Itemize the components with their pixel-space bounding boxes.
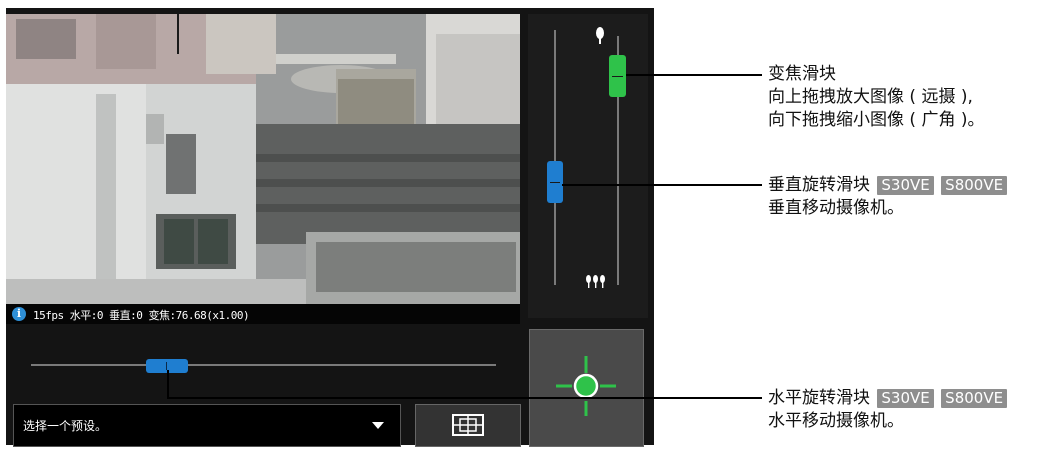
tilt-zoom-panel	[528, 14, 648, 318]
video-info-bar: i 15fps 水平:0 垂直:0 变焦:76.68(x1.00)	[6, 304, 520, 324]
info-icon: i	[12, 307, 26, 321]
tilt-slider-handle[interactable]	[547, 161, 563, 203]
zoom-slider-handle[interactable]	[609, 55, 626, 97]
crosshair-icon	[556, 356, 616, 416]
zoom-callout-line1: 向上拖拽放大图像 ( 远摄 ),	[768, 87, 973, 107]
tilt-callout-line	[562, 184, 762, 186]
tilt-slider-track[interactable]	[554, 30, 556, 285]
zoom-wide-icon	[586, 275, 605, 288]
preset-select[interactable]: 选择一个预设。	[13, 404, 401, 447]
grid-icon	[452, 414, 484, 436]
pan-slider-track[interactable]	[31, 364, 496, 366]
model-badge-s800ve: S800VE	[941, 176, 1008, 195]
video-scene	[6, 14, 520, 304]
zoom-callout-title: 变焦滑块	[768, 64, 836, 84]
chevron-down-icon	[372, 422, 384, 429]
live-video	[6, 14, 520, 304]
grid-view-button[interactable]	[415, 404, 521, 447]
model-badge-s30ve: S30VE	[877, 389, 934, 408]
zoom-callout: 变焦滑块 向上拖拽放大图像 ( 远摄 ), 向下拖拽缩小图像 ( 广角 )。	[768, 63, 984, 132]
model-badge-s800ve: S800VE	[941, 389, 1008, 408]
pan-callout: 水平旋转滑块 S30VE S800VE 水平移动摄像机。	[768, 387, 1008, 433]
zoom-callout-line	[626, 74, 762, 76]
tilt-callout-title: 垂直旋转滑块	[768, 175, 870, 195]
model-badge-s30ve: S30VE	[877, 176, 934, 195]
pan-slider-area	[6, 326, 520, 392]
tilt-callout-desc: 垂直移动摄像机。	[768, 198, 904, 218]
zoom-callout-line2: 向下拖拽缩小图像 ( 广角 )。	[768, 110, 985, 130]
video-status-text: 15fps 水平:0 垂直:0 变焦:76.68(x1.00)	[33, 309, 250, 322]
pan-callout-line	[168, 397, 762, 399]
center-position-button[interactable]	[529, 329, 644, 447]
tilt-callout: 垂直旋转滑块 S30VE S800VE 垂直移动摄像机。	[768, 174, 1008, 220]
pan-callout-connector	[167, 370, 169, 399]
zoom-tele-icon	[596, 27, 604, 44]
pan-callout-desc: 水平移动摄像机。	[768, 411, 904, 431]
pan-callout-title: 水平旋转滑块	[768, 388, 870, 408]
preset-placeholder: 选择一个预设。	[23, 419, 108, 433]
